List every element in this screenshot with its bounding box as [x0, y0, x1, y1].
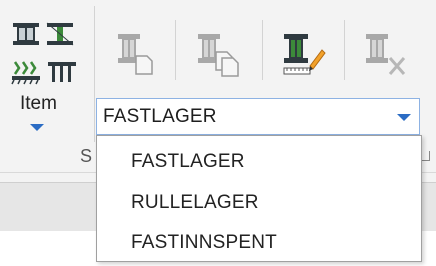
- separator: [262, 20, 263, 80]
- column-copy-icon[interactable]: [194, 28, 240, 78]
- option-fastlager[interactable]: FASTLAGER: [131, 151, 245, 173]
- column-delete-icon[interactable]: [362, 28, 408, 78]
- chevron-down-icon[interactable]: [397, 114, 411, 121]
- fixed-support-icon[interactable]: [10, 58, 42, 86]
- item-label[interactable]: Item: [20, 93, 57, 115]
- column-page-icon[interactable]: [110, 28, 156, 78]
- support-type-dropdown-list: FASTLAGER RULLELAGER FASTINNSPENT: [96, 135, 422, 262]
- roller-support-icon[interactable]: [46, 58, 78, 86]
- support-type-combobox[interactable]: FASTLAGER: [96, 98, 420, 135]
- column-edit-icon[interactable]: [280, 28, 326, 78]
- support-type-value: FASTLAGER: [103, 106, 217, 127]
- option-fastinnspent[interactable]: FASTINNSPENT: [131, 232, 277, 254]
- column-icon[interactable]: [10, 20, 42, 48]
- option-rullelager[interactable]: RULLELAGER: [131, 192, 259, 214]
- separator: [94, 6, 95, 142]
- column-split-icon[interactable]: [44, 20, 76, 48]
- item-dropdown-arrow-icon[interactable]: [30, 124, 44, 131]
- separator: [175, 20, 176, 80]
- group-label: S: [80, 146, 93, 166]
- separator: [344, 20, 345, 80]
